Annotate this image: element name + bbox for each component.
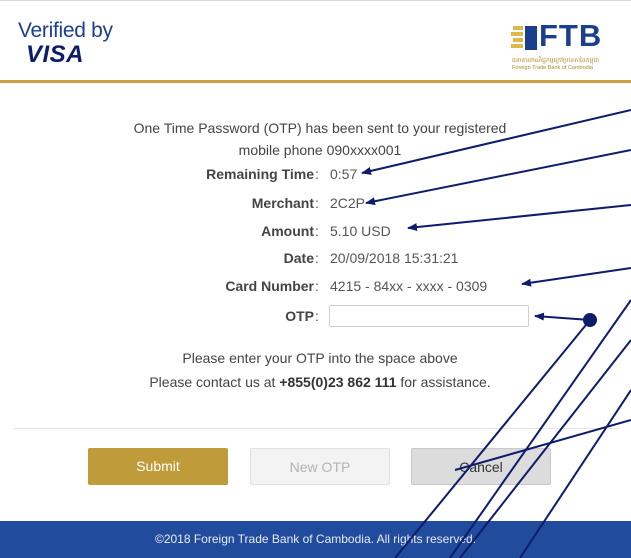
otp-label: OTP — [285, 308, 314, 324]
date-value: 20/09/2018 15:31:21 — [330, 250, 459, 266]
date-label: Date — [283, 250, 314, 266]
colon: : — [315, 250, 319, 266]
colon: : — [315, 308, 319, 324]
submit-button[interactable]: Submit — [88, 448, 228, 485]
amount-row: Amount : 5.10 USD — [0, 220, 631, 242]
remaining-time-row: Remaining Time : 0:57 — [0, 163, 631, 185]
instructions-line-2: Please contact us at +855(0)23 862 111 f… — [100, 370, 540, 394]
copyright-text: ©2018 Foreign Trade Bank of Cambodia. Al… — [154, 532, 476, 546]
colon: : — [315, 195, 319, 211]
card-number-value: 4215 - 84xx - xxxx - 0309 — [330, 278, 488, 294]
ftb-khmer-name: ធនាគារពាណិជ្ជកម្មក្រៅប្រទេសនៃកម្ពុជា — [512, 58, 600, 64]
new-otp-button[interactable]: New OTP — [250, 448, 390, 485]
cancel-button[interactable]: Cancel — [411, 448, 551, 485]
amount-label: Amount — [261, 223, 314, 239]
verified-by-text: Verified by — [18, 19, 113, 42]
footer: ©2018 Foreign Trade Bank of Cambodia. Al… — [0, 521, 631, 558]
instructions-line-1: Please enter your OTP into the space abo… — [182, 350, 458, 366]
button-divider — [14, 428, 618, 429]
otp-input[interactable] — [329, 305, 529, 327]
otp-row: OTP : — [0, 305, 631, 327]
instructions: Please enter your OTP into the space abo… — [100, 346, 540, 394]
visa-text: VISA — [26, 41, 85, 68]
ftb-english-name: Foreign Trade Bank of Cambodia — [512, 65, 594, 71]
date-row: Date : 20/09/2018 15:31:21 — [0, 247, 631, 269]
amount-value: 5.10 USD — [330, 223, 391, 239]
contact-prefix: Please contact us at — [149, 374, 280, 390]
line-to-bottom-2 — [449, 299, 631, 558]
merchant-row: Merchant : 2C2P — [0, 192, 631, 214]
contact-suffix: for assistance. — [396, 374, 491, 390]
colon: : — [315, 166, 319, 182]
header: Verified by VISA FTB ធនាគារពាណិជ្ជកម្មក្… — [0, 0, 631, 82]
card-number-row: Card Number : 4215 - 84xx - xxxx - 0309 — [0, 275, 631, 297]
otp-sent-line-1: One Time Password (OTP) has been sent to… — [133, 120, 507, 136]
ftb-bank-logo: FTB ធនាគារពាណិជ្ជកម្មក្រៅប្រទេសនៃកម្ពុជា… — [511, 18, 615, 76]
verified-by-visa-logo: Verified by VISA — [18, 19, 128, 71]
contact-phone: +855(0)23 862 111 — [279, 374, 397, 390]
remaining-time-label: Remaining Time — [206, 166, 314, 182]
header-divider — [0, 80, 631, 83]
otp-sent-line-2: mobile phone 090xxxx001 — [238, 142, 402, 158]
colon: : — [315, 278, 319, 294]
merchant-value: 2C2P — [330, 195, 366, 211]
colon: : — [315, 223, 319, 239]
ftb-emblem-icon — [511, 26, 537, 50]
merchant-label: Merchant — [251, 195, 314, 211]
card-number-label: Card Number — [225, 278, 314, 294]
ftb-wordmark: FTB — [539, 18, 603, 53]
remaining-time-value: 0:57 — [330, 166, 358, 182]
otp-sent-message: One Time Password (OTP) has been sent to… — [90, 117, 550, 161]
